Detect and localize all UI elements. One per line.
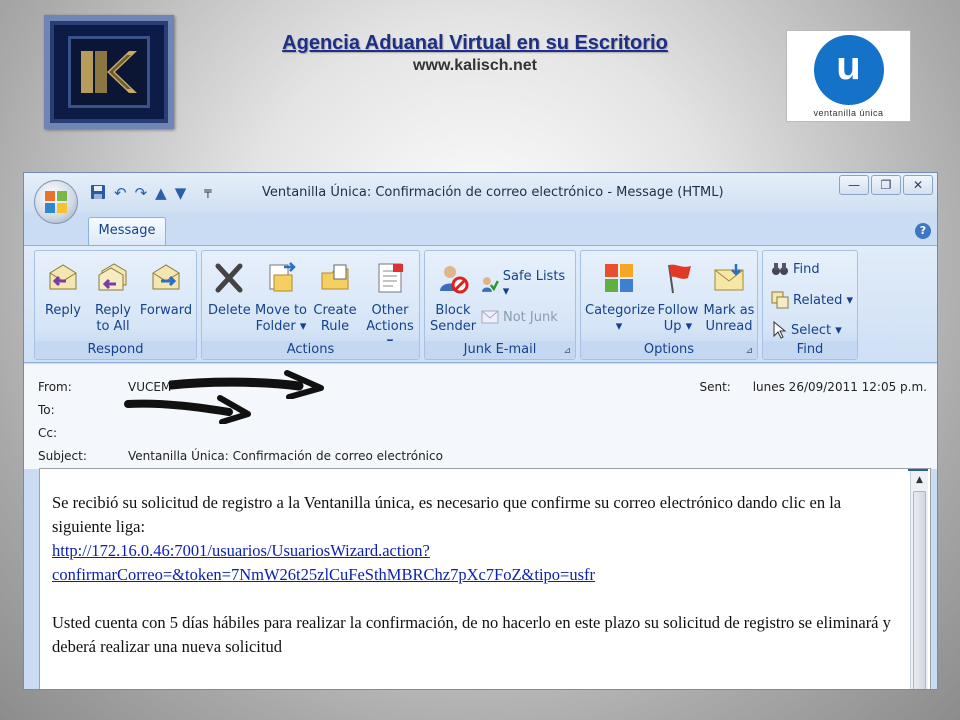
vertical-scrollbar[interactable]: ▲ [910, 471, 928, 689]
find-button[interactable]: Find [771, 261, 820, 277]
block-sender-icon [440, 266, 469, 294]
body-paragraph-2: Usted cuenta con 5 días hábiles para rea… [52, 613, 891, 656]
help-icon[interactable]: ? [915, 223, 931, 239]
ribbon: Reply Reply to All Forward Respond Delet… [24, 245, 937, 363]
forward-icon [152, 264, 180, 290]
ventanilla-unica-logo: u ventanilla única [786, 30, 911, 122]
follow-up-button[interactable]: Follow Up ▾ [655, 257, 701, 335]
options-dialog-launcher-icon[interactable]: ⊿ [745, 346, 753, 356]
group-label-respond: Respond [35, 341, 196, 359]
kalisch-k-icon [81, 51, 137, 93]
kalisch-logo [44, 15, 174, 129]
create-rule-icon [321, 264, 349, 290]
scroll-up-icon[interactable]: ▲ [911, 471, 928, 489]
restore-icon[interactable]: ❐ [871, 175, 901, 195]
cc-label: Cc: [38, 426, 58, 440]
ribbon-group-respond: Reply Reply to All Forward Respond [34, 250, 197, 360]
group-label-junk-email: Junk E-mail [425, 341, 575, 359]
window-controls: — ❐ ✕ [839, 175, 933, 195]
not-junk-button[interactable]: Not Junk [481, 309, 558, 325]
minimize-icon[interactable]: — [839, 175, 869, 195]
sent-info: Sent: lunes 26/09/2011 12:05 p.m. [700, 380, 928, 394]
vu-logo-caption: ventanilla única [813, 108, 884, 118]
move-to-folder-button[interactable]: Move to Folder ▾ [254, 257, 308, 335]
group-label-options: Options [581, 341, 757, 359]
select-button[interactable]: Select ▾ [771, 321, 842, 339]
redaction-arrow-to [124, 395, 251, 424]
mark-as-unread-button[interactable]: Mark as Unread [703, 257, 755, 335]
redo-icon[interactable]: ↷ [135, 184, 148, 204]
slide-header: Agencia Aduanal Virtual en su Escritorio… [180, 32, 770, 75]
safe-lists-icon [481, 277, 499, 292]
title-bar: ↶ ↷ ▲ ▼ ╤ Ventanilla Única: Confirmación… [24, 173, 937, 224]
scrollbar-thumb[interactable] [913, 491, 926, 689]
forward-button[interactable]: Forward [139, 257, 193, 319]
message-body-text: Se recibió su solicitud de registro a la… [52, 491, 902, 683]
save-icon[interactable] [90, 184, 106, 204]
window-title: Ventanilla Única: Confirmación de correo… [262, 185, 724, 200]
not-junk-envelope-icon [481, 310, 499, 324]
categorize-icon [605, 264, 633, 292]
ribbon-group-find: Find Related ▾ Select ▾ Find [762, 250, 858, 360]
office-button[interactable] [34, 180, 78, 224]
junk-dialog-launcher-icon[interactable]: ⊿ [563, 346, 571, 356]
vu-logo-circle: u [813, 35, 884, 105]
group-label-actions: Actions [202, 341, 419, 359]
safe-lists-button[interactable]: Safe Lists ▾ [481, 269, 575, 299]
other-actions-icon [378, 263, 403, 293]
other-actions-button[interactable]: Other Actions ▾ [362, 257, 418, 351]
close-icon[interactable]: ✕ [903, 175, 933, 195]
block-sender-button[interactable]: Block Sender [429, 257, 477, 335]
outlook-message-window: ↶ ↷ ▲ ▼ ╤ Ventanilla Única: Confirmación… [23, 172, 938, 690]
body-paragraph-1: Se recibió su solicitud de registro a la… [52, 493, 842, 536]
binoculars-icon [772, 263, 788, 275]
move-to-folder-icon [269, 262, 296, 292]
confirmation-link[interactable]: http://172.16.0.46:7001/usuarios/Usuario… [52, 539, 902, 587]
related-messages-icon [771, 291, 789, 309]
follow-up-flag-icon [668, 264, 691, 294]
subject-label: Subject: [38, 449, 87, 463]
categorize-button[interactable]: Categorize ▾ [585, 257, 655, 335]
slide-url: www.kalisch.net [413, 57, 537, 74]
reply-button[interactable]: Reply [41, 257, 85, 319]
previous-item-icon[interactable]: ▲ [155, 184, 167, 204]
quick-access-toolbar: ↶ ↷ ▲ ▼ ╤ [90, 184, 211, 204]
reply-to-all-button[interactable]: Reply to All [91, 257, 135, 335]
confirmation-link-line-2[interactable]: confirmarCorreo=&token=7NmW26t25zlCuFeSt… [52, 563, 902, 587]
confirmation-link-line-1[interactable]: http://172.16.0.46:7001/usuarios/Usuario… [52, 539, 902, 563]
delete-x-icon [215, 263, 243, 293]
subject-value: Ventanilla Única: Confirmación de correo… [128, 449, 443, 463]
next-item-icon[interactable]: ▼ [175, 184, 187, 204]
select-cursor-icon [773, 321, 787, 339]
sent-label: Sent: [699, 380, 731, 394]
ribbon-group-options: Categorize ▾ Follow Up ▾ Mark as Unread … [580, 250, 758, 360]
create-rule-button[interactable]: Create Rule [310, 257, 360, 335]
to-label: To: [38, 403, 55, 417]
message-body: Se recibió su solicitud de registro a la… [39, 468, 931, 689]
from-label: From: [38, 380, 72, 394]
ribbon-tab-row: Message ? [24, 213, 937, 245]
undo-icon[interactable]: ↶ [114, 184, 127, 204]
group-label-find: Find [763, 341, 857, 359]
slide-title: Agencia Aduanal Virtual en su Escritorio [282, 32, 668, 54]
ribbon-group-junk-email: Block Sender Safe Lists ▾ Not Junk Junk … [424, 250, 576, 360]
sent-value: lunes 26/09/2011 12:05 p.m. [752, 380, 927, 394]
mark-unread-envelope-icon [714, 264, 744, 291]
message-header: From: VUCEM To: Cc: Subject: Ventanilla … [24, 364, 937, 469]
customize-toolbar-icon[interactable]: ╤ [204, 184, 211, 204]
office-logo-icon [45, 191, 67, 213]
tab-message[interactable]: Message [88, 217, 166, 245]
reply-all-icon [98, 263, 127, 291]
related-button[interactable]: Related ▾ [771, 291, 853, 309]
delete-button[interactable]: Delete [208, 257, 251, 319]
ribbon-group-actions: Delete Move to Folder ▾ Create Rule Othe… [201, 250, 420, 360]
reply-icon [49, 264, 77, 290]
